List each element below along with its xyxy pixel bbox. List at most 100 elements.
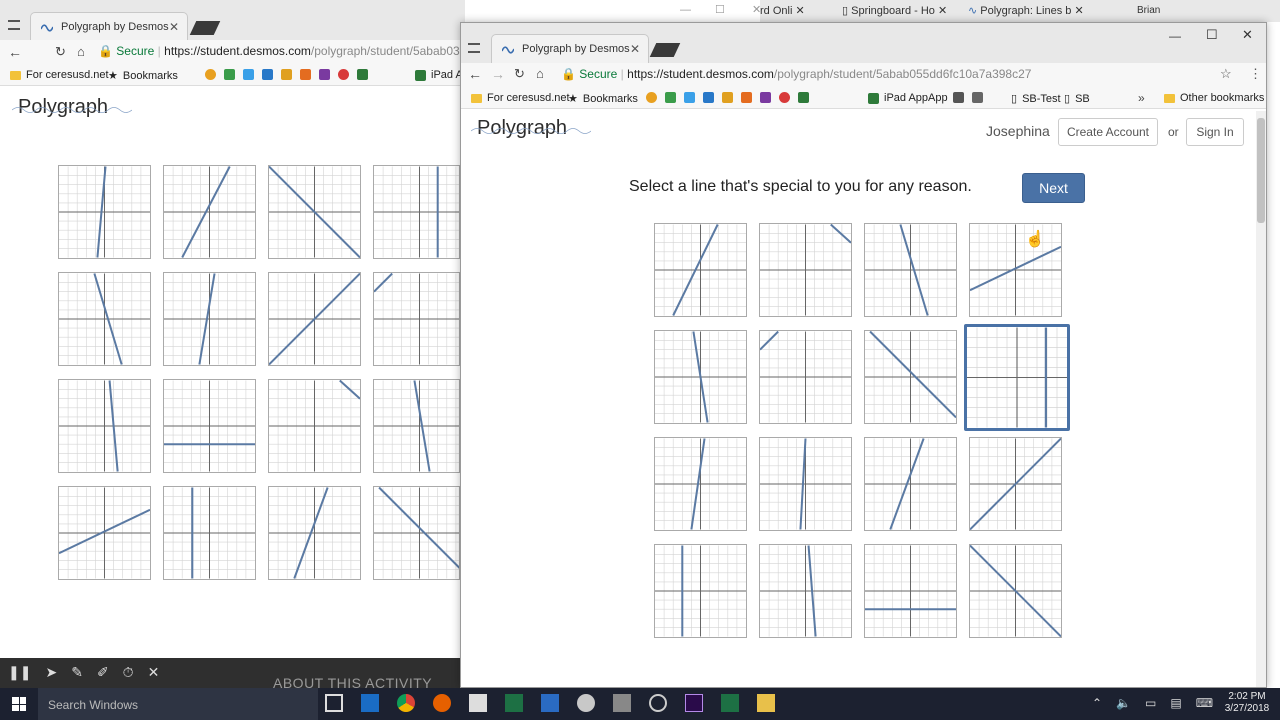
front-polygraph-logo[interactable]: Polygraph (471, 117, 591, 140)
app2-icon[interactable] (319, 69, 330, 80)
app3-icon[interactable] (338, 69, 349, 80)
chevron-up-icon[interactable]: ⌃ (1092, 696, 1102, 710)
front-graph-tile[interactable] (759, 223, 852, 317)
back-tab[interactable]: Polygraph by Desmos ✕ (30, 12, 188, 42)
start-button[interactable] (12, 697, 26, 711)
app4-icon[interactable] (357, 69, 368, 80)
back-omnibox[interactable]: 🔒 Secure | https://student.desmos.com/po… (98, 44, 465, 62)
bookmark-bookmarks[interactable]: ★ Bookmarks (108, 69, 178, 83)
close-window-icon[interactable]: ✕ (752, 3, 761, 16)
app3-icon[interactable] (779, 92, 790, 103)
reload-icon[interactable]: ↻ (514, 66, 525, 82)
keyboard-icon[interactable] (613, 694, 631, 712)
user-profile-label[interactable]: Brian (1137, 5, 1160, 16)
back-graph-tile[interactable] (163, 486, 256, 580)
back-menu-icon[interactable] (8, 20, 20, 30)
close-tools-icon[interactable]: ✕ (148, 664, 160, 681)
front-omnibox[interactable]: 🔒 Secure | https://student.desmos.com/po… (561, 67, 1201, 85)
front-graph-tile[interactable] (654, 223, 747, 317)
media-icon[interactable] (649, 694, 667, 712)
app4-icon[interactable] (798, 92, 809, 103)
back-graph-tile[interactable] (373, 486, 460, 580)
front-menu-icon[interactable] (468, 43, 480, 53)
back-graph-tile[interactable] (373, 379, 460, 473)
cast-icon[interactable] (721, 694, 739, 712)
minimize-icon[interactable]: — (680, 4, 691, 16)
front-graph-tile[interactable] (864, 437, 957, 531)
app-icon[interactable] (300, 69, 311, 80)
bookmark-sb[interactable]: ▯ SB (1064, 92, 1090, 106)
home-icon[interactable]: ⌂ (536, 66, 544, 81)
maximize-icon[interactable]: ☐ (715, 3, 725, 16)
keyboard-tray-icon[interactable]: ⌨ (1196, 696, 1213, 710)
volume-icon[interactable]: 🔈 (1116, 696, 1131, 710)
app5-icon[interactable] (953, 92, 964, 103)
bookmark-ipad-app[interactable]: iPad AppApp (868, 92, 948, 104)
bookmark-star-icon[interactable]: ☆ (1220, 66, 1232, 82)
close-icon[interactable]: ✕ (938, 5, 947, 17)
front-graph-tile[interactable] (864, 223, 957, 317)
mail-icon[interactable] (262, 69, 273, 80)
chrome-icon[interactable] (205, 69, 216, 80)
back-arrow-icon[interactable]: ← (8, 44, 22, 60)
scrollbar-thumb[interactable] (1257, 118, 1265, 223)
back-graph-tile[interactable] (163, 165, 256, 259)
front-graph-tile[interactable] (759, 544, 852, 638)
cursor-icon[interactable]: ➤ (45, 664, 57, 681)
back-graph-tile[interactable] (58, 486, 151, 580)
front-graph-tile[interactable] (759, 330, 852, 424)
back-arrow-icon[interactable]: ← (468, 66, 482, 82)
back-graph-tile[interactable] (268, 272, 361, 366)
timer-icon[interactable]: ⏱ (123, 664, 134, 681)
front-graph-tile[interactable] (654, 544, 747, 638)
create-account-button[interactable]: Create Account (1058, 118, 1158, 146)
back-graph-tile[interactable] (163, 272, 256, 366)
back-graph-tile[interactable] (58, 379, 151, 473)
front-graph-tile[interactable] (759, 437, 852, 531)
front-graph-tile[interactable] (969, 437, 1062, 531)
clock[interactable]: 2:02 PM 3/27/2018 (1222, 691, 1272, 715)
tab-online[interactable]: rd Onli ✕ (760, 4, 805, 17)
back-graph-tile[interactable] (268, 165, 361, 259)
app6-icon[interactable] (972, 92, 983, 103)
calculator-icon[interactable] (541, 694, 559, 712)
chrome-icon[interactable] (646, 92, 657, 103)
app-icon[interactable] (741, 92, 752, 103)
maximize-icon[interactable]: ☐ (1206, 27, 1218, 43)
other-bookmarks[interactable]: Other bookmarks (1164, 92, 1264, 104)
app2-icon[interactable] (760, 92, 771, 103)
front-graph-tile[interactable] (969, 223, 1062, 317)
front-graph-tile[interactable] (864, 544, 957, 638)
close-icon[interactable]: ✕ (169, 20, 179, 34)
back-graph-tile[interactable] (58, 272, 151, 366)
office-icon[interactable] (281, 69, 292, 80)
firefox-icon[interactable] (433, 694, 451, 712)
minimize-icon[interactable]: — (1169, 29, 1181, 43)
sign-in-button[interactable]: Sign In (1186, 118, 1244, 146)
front-graph-tile[interactable] (864, 330, 957, 424)
forward-arrow-icon[interactable]: → (491, 66, 505, 82)
explorer-icon[interactable] (757, 694, 775, 712)
twitter-icon[interactable] (243, 69, 254, 80)
more-bookmarks-button[interactable]: » (1138, 91, 1145, 105)
reload-icon[interactable]: ↻ (55, 44, 66, 60)
close-window-icon[interactable]: ✕ (1242, 27, 1253, 43)
marker-icon[interactable]: ✐ (97, 664, 109, 681)
close-icon[interactable]: ✕ (795, 5, 804, 17)
chrome-icon[interactable] (397, 694, 415, 712)
mail-icon[interactable] (703, 92, 714, 103)
back-graph-tile[interactable] (58, 165, 151, 259)
bookmark-bookmarks[interactable]: ★ Bookmarks (568, 92, 638, 106)
pen-icon[interactable]: ✎ (71, 664, 83, 681)
outlook-icon[interactable] (361, 694, 379, 712)
paint-icon[interactable] (577, 694, 595, 712)
tab-polygraph-lines[interactable]: ∿ Polygraph: Lines b ✕ (968, 4, 1084, 17)
task-view-icon[interactable] (325, 694, 343, 712)
front-graph-tile[interactable] (969, 544, 1062, 638)
bookmark-ceresusd[interactable]: For ceresusd.net (10, 69, 109, 81)
drive-icon[interactable] (665, 92, 676, 103)
front-graph-tile[interactable] (654, 330, 747, 424)
battery-icon[interactable]: ▭ (1145, 696, 1156, 710)
back-graph-tile[interactable] (163, 379, 256, 473)
back-graph-tile[interactable] (268, 486, 361, 580)
